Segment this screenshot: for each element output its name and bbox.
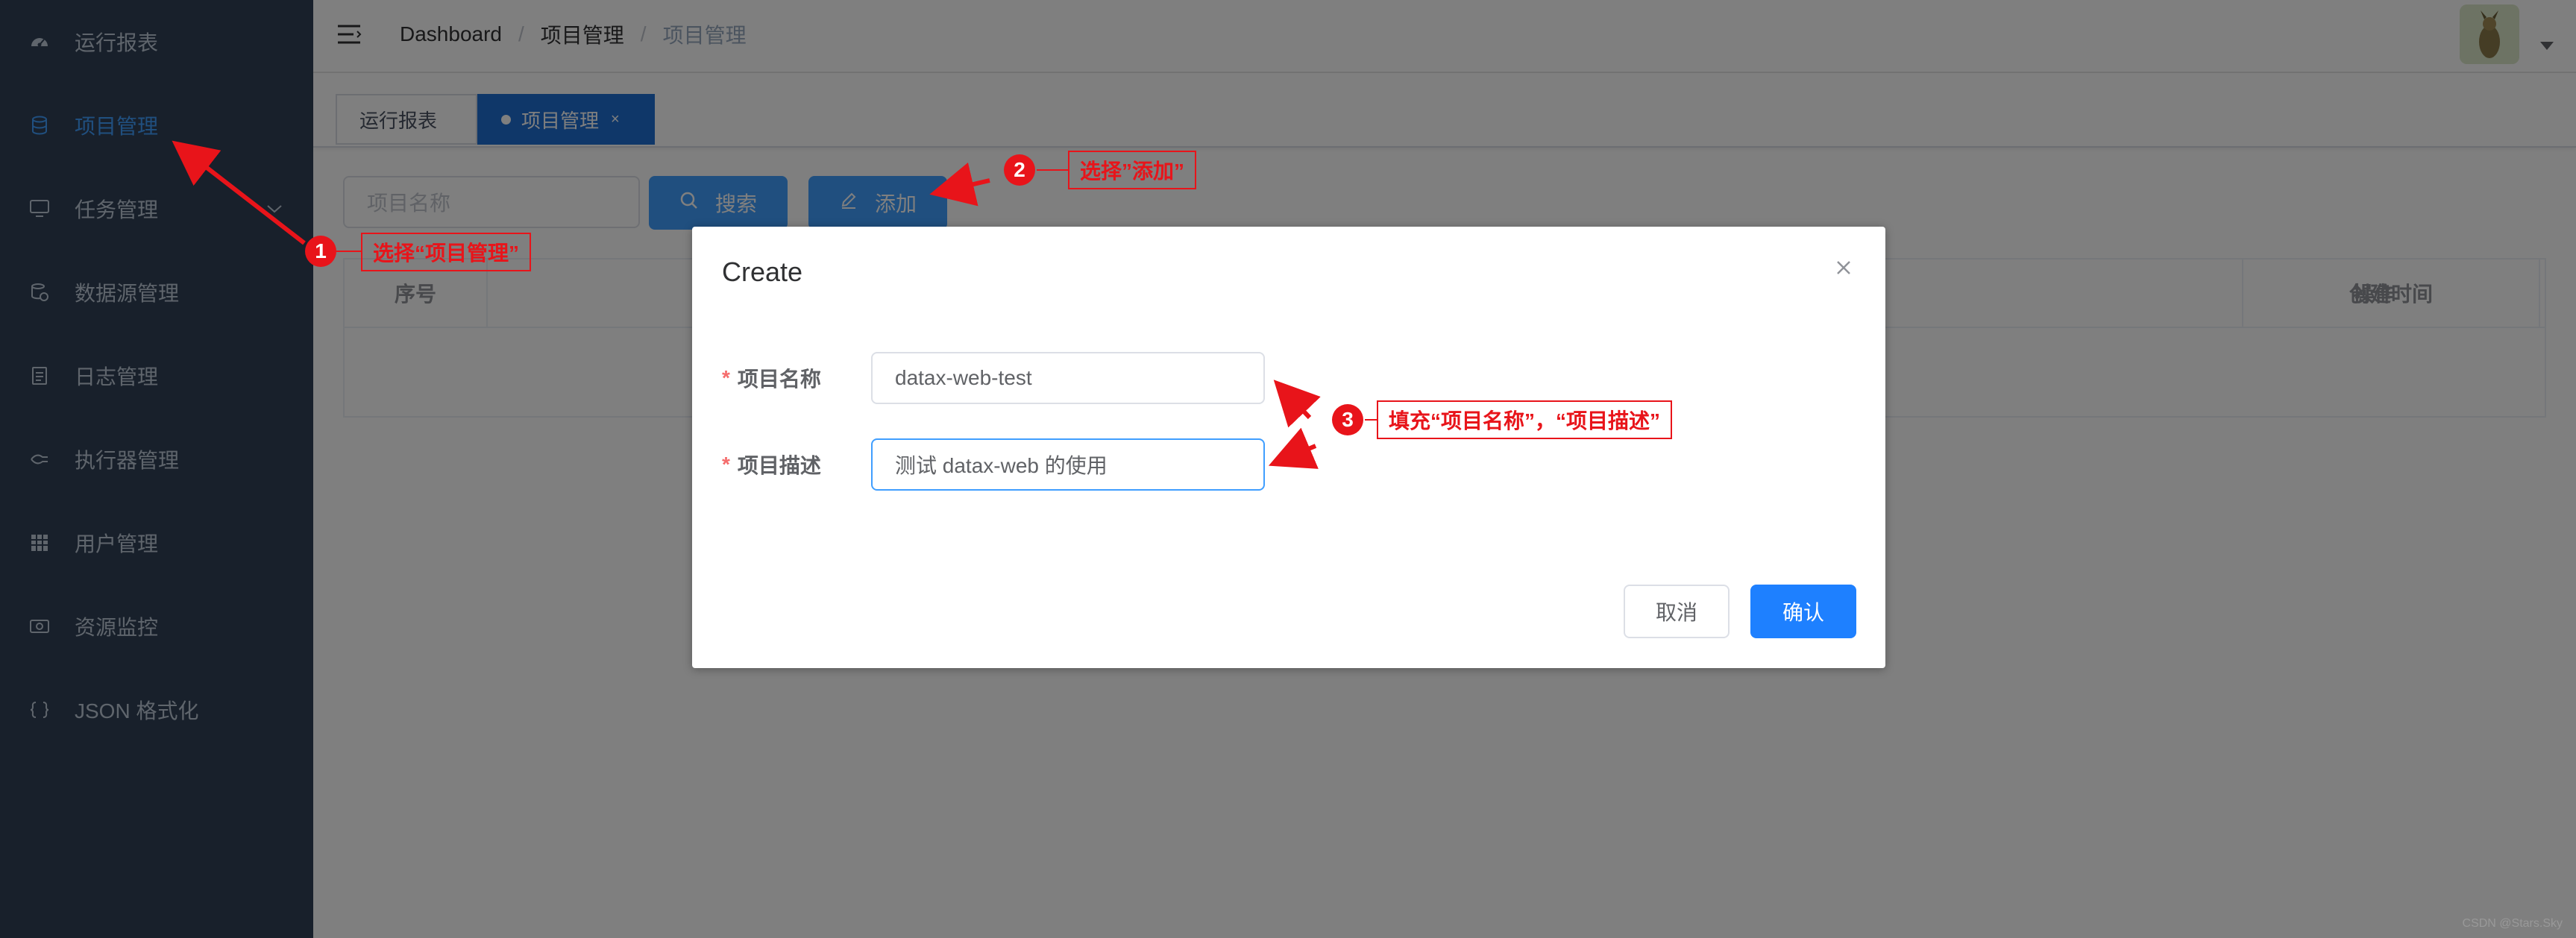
confirm-button[interactable]: 确认 xyxy=(1750,585,1856,638)
cancel-button[interactable]: 取消 xyxy=(1624,585,1730,638)
project-name-value: datax-web-test xyxy=(895,366,1032,389)
project-name-input[interactable]: datax-web-test xyxy=(871,352,1265,404)
dialog-title: Create xyxy=(722,256,803,287)
annotation-label-1: 选择“项目管理” xyxy=(361,233,532,271)
annotation-badge-3: 3 xyxy=(1332,404,1363,435)
required-asterisk: * xyxy=(722,453,730,476)
required-asterisk: * xyxy=(722,366,730,389)
annotation-label-2: 选择”添加” xyxy=(1068,151,1197,189)
form-row-project-desc: * 项目描述 测试 datax-web 的使用 xyxy=(722,438,1841,491)
annotation-badge-2: 2 xyxy=(1004,154,1035,186)
form-label-text: 项目描述 xyxy=(737,454,821,477)
watermark: CSDN @Stars.Sky xyxy=(2462,917,2563,930)
project-desc-input[interactable]: 测试 datax-web 的使用 xyxy=(871,438,1265,491)
form-row-project-name: * 项目名称 datax-web-test xyxy=(722,352,1841,404)
project-desc-value: 测试 datax-web 的使用 xyxy=(895,454,1108,477)
form-label-project-desc: * 项目描述 xyxy=(722,438,821,491)
create-dialog: Create * 项目名称 datax-web-test * 项目描述 测试 d… xyxy=(692,227,1885,668)
annotation-badge-1: 1 xyxy=(305,236,336,267)
form-label-project-name: * 项目名称 xyxy=(722,352,821,404)
annotation-label-3: 填充“项目名称”，“项目描述” xyxy=(1377,400,1673,439)
form-label-text: 项目名称 xyxy=(737,368,821,391)
close-icon[interactable] xyxy=(1832,256,1856,280)
